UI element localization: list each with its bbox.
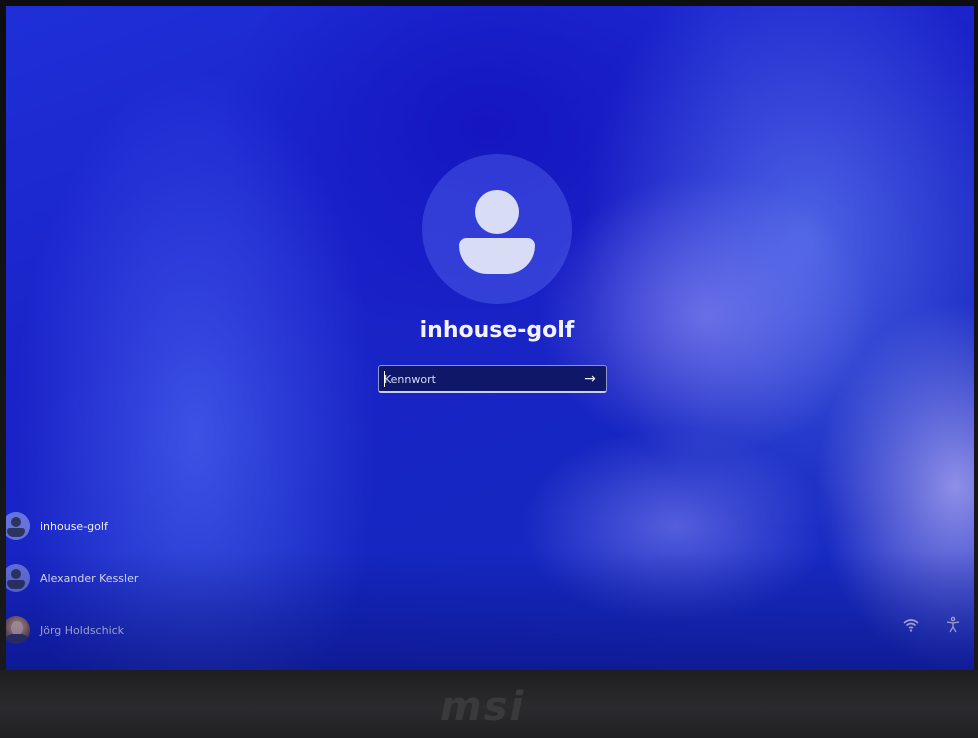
submit-arrow-icon[interactable]: → xyxy=(580,369,600,389)
current-user-avatar xyxy=(422,154,572,304)
user-item-alexander-kessler[interactable]: Alexander Kessler xyxy=(6,560,206,596)
user-item-joerg-holdschick[interactable]: Jörg Holdschick xyxy=(6,612,206,648)
default-user-icon xyxy=(6,564,30,592)
photo-frame: inhouse-golf → inhouse-golf Alexander Ke… xyxy=(0,0,978,738)
lock-screen: inhouse-golf → inhouse-golf Alexander Ke… xyxy=(6,6,974,670)
monitor-bezel: msi xyxy=(0,670,978,738)
user-item-inhouse-golf[interactable]: inhouse-golf xyxy=(6,508,206,544)
current-user-name: inhouse-golf xyxy=(419,318,575,343)
accessibility-icon[interactable] xyxy=(944,616,962,634)
user-item-label: inhouse-golf xyxy=(40,519,108,533)
system-tray xyxy=(902,616,962,634)
user-icon-body xyxy=(459,238,535,274)
user-item-label: Jörg Holdschick xyxy=(40,623,125,637)
brand-logo: msi xyxy=(440,684,526,730)
default-user-icon xyxy=(6,512,30,540)
wifi-icon[interactable] xyxy=(902,616,920,634)
user-icon-head xyxy=(475,190,519,234)
user-item-label: Alexander Kessler xyxy=(40,571,139,585)
user-photo-avatar xyxy=(6,616,30,644)
password-field[interactable]: → xyxy=(378,365,607,393)
password-input[interactable] xyxy=(384,369,574,389)
